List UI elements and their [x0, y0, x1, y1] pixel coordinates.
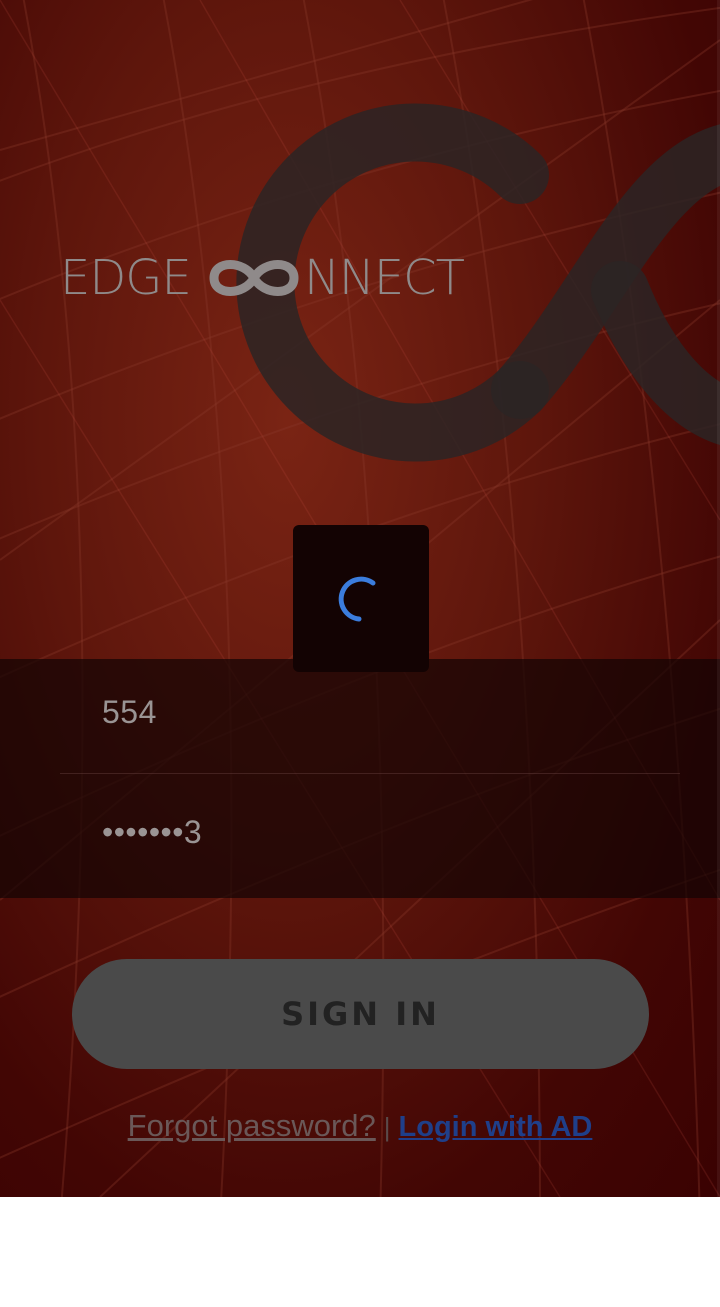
username-value: 554	[102, 694, 157, 730]
link-separator: |	[383, 1112, 391, 1142]
infinity-icon	[209, 260, 299, 296]
brand-text-right: NNECT	[304, 250, 465, 306]
forgot-password-link[interactable]: Forgot password?	[128, 1108, 376, 1143]
sign-in-button[interactable]: SIGN IN	[72, 959, 649, 1069]
password-field[interactable]: •••••••3	[60, 784, 680, 894]
spinner-icon	[338, 576, 376, 622]
login-with-ad-link[interactable]: Login with AD	[399, 1111, 593, 1143]
loading-overlay	[293, 525, 429, 672]
username-underline	[60, 773, 680, 774]
password-value: •••••••3	[102, 814, 203, 850]
login-screen: EDGE NNECT 554 •••••••3 SIGN IN Forgot p…	[0, 0, 720, 1197]
username-field[interactable]: 554	[60, 664, 680, 774]
brand-text-left: EDGE	[60, 250, 192, 306]
login-links: Forgot password? | Login with AD	[0, 1108, 720, 1144]
brand-logo: EDGE NNECT	[60, 250, 500, 306]
